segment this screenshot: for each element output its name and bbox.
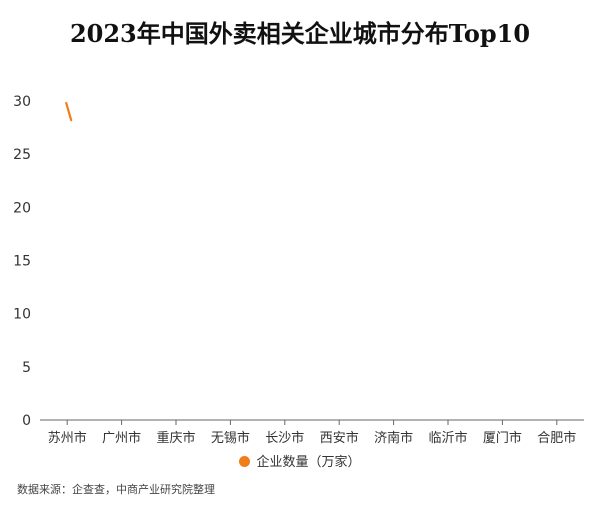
source-note: 数据来源：企查查，中商产业研究院整理 xyxy=(17,483,215,496)
y-axis: 0 5 10 15 20 25 30 xyxy=(13,94,31,429)
legend-label: 企业数量（万家） xyxy=(256,455,361,470)
x-tick-label: 无锡市 xyxy=(211,430,250,446)
y-tick-label: 5 xyxy=(22,360,31,376)
y-tick-label: 10 xyxy=(13,307,31,323)
x-axis: 苏州市 广州市 重庆市 无锡市 长沙市 西安市 济南市 临沂市 厦门市 合肥市 xyxy=(48,420,576,446)
series-layer xyxy=(65,101,73,122)
x-tick-label: 重庆市 xyxy=(156,430,195,446)
legend-swatch xyxy=(239,456,251,467)
chart-plot: 0 5 10 15 20 25 30 苏州市 广州市 重庆市 无锡市 长沙市 西安市 济南市 临沂市 厦门市… xyxy=(13,94,584,446)
series-line xyxy=(65,101,73,122)
x-tick-label: 广州市 xyxy=(102,430,141,446)
x-tick-label: 苏州市 xyxy=(48,430,87,446)
y-tick-label: 20 xyxy=(13,200,31,216)
x-tick-label: 西安市 xyxy=(320,430,359,446)
x-tick-label: 长沙市 xyxy=(265,430,304,446)
x-tick-label: 厦门市 xyxy=(483,430,522,446)
x-tick-label: 济南市 xyxy=(374,430,413,446)
y-tick-label: 15 xyxy=(13,254,31,270)
x-tick-label: 临沂市 xyxy=(428,430,467,446)
legend: 企业数量（万家） xyxy=(0,451,600,470)
x-tick-label: 合肥市 xyxy=(537,430,576,446)
y-tick-label: 25 xyxy=(13,147,31,163)
y-tick-label: 0 xyxy=(22,413,31,429)
y-tick-label: 30 xyxy=(13,94,31,110)
